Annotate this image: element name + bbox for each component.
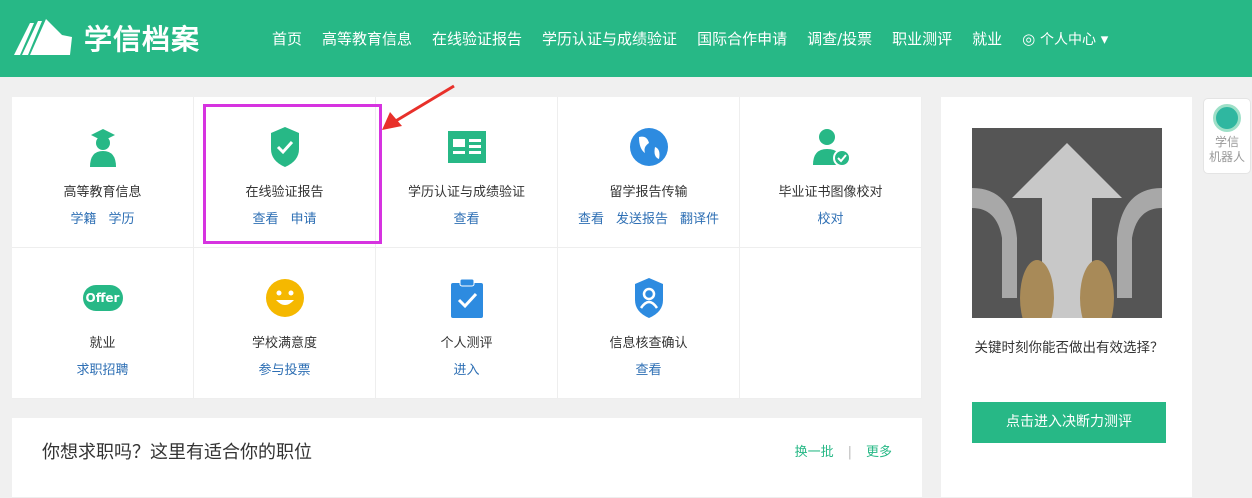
arrow-annotation [382, 84, 455, 130]
globe-icon [558, 127, 739, 167]
link-job-hunting[interactable]: 求职招聘 [76, 363, 128, 378]
service-personal-test: 个人测评 进入 [376, 248, 558, 399]
service-higher-edu: 高等教育信息 学籍 学历 [12, 97, 194, 248]
link-view[interactable]: 查看 [453, 212, 479, 227]
service-label: 高等教育信息 [63, 185, 142, 200]
link-view[interactable]: 查看 [578, 212, 604, 227]
clipboard-check-icon [376, 278, 557, 318]
separator: | [847, 445, 852, 460]
service-info-verify: 信息核查确认 查看 [558, 248, 740, 399]
service-label: 学历认证与成绩验证 [407, 185, 525, 200]
service-label: 就业 [89, 336, 116, 351]
service-label: 信息核查确认 [609, 336, 688, 351]
link-student-status[interactable]: 学籍 [70, 212, 96, 227]
offer-icon: Offer [12, 278, 193, 318]
smile-icon [194, 278, 375, 318]
link-view[interactable]: 查看 [635, 363, 661, 378]
logo[interactable]: 学信档案 [12, 18, 200, 58]
nav-online-report[interactable]: 在线验证报告 [432, 28, 522, 49]
shield-user-icon [558, 278, 739, 318]
link-enter[interactable]: 进入 [453, 363, 479, 378]
service-label: 学校满意度 [251, 336, 317, 351]
service-employment: Offer 就业 求职招聘 [12, 248, 194, 399]
nav-home[interactable]: 首页 [272, 28, 302, 49]
link-send-report[interactable]: 发送报告 [616, 212, 668, 227]
empty-cell [740, 248, 922, 399]
service-certificate-check: 毕业证书图像校对 校对 [740, 97, 922, 248]
offer-icon-text: Offer [82, 285, 123, 311]
robot-widget[interactable]: 学信 机器人 [1203, 98, 1251, 174]
promo-question: 关键时刻你能否做出有效选择？ [974, 340, 1164, 356]
user-center-label: 个人中心 [1040, 31, 1097, 48]
robot-avatar-icon [1213, 104, 1241, 132]
link-translation[interactable]: 翻译件 [680, 212, 719, 227]
service-study-abroad: 留学报告传输 查看 发送报告 翻译件 [558, 97, 740, 248]
service-grid: 高等教育信息 学籍 学历 在线验证报告 查看 申请 学历认证与成绩验证 查看 留学报… [12, 97, 922, 399]
nav-higher-edu[interactable]: 高等教育信息 [322, 28, 412, 49]
promo-image[interactable] [972, 128, 1162, 318]
main-nav: 首页 高等教育信息 在线验证报告 学历认证与成绩验证 国际合作申请 调查/投票 … [262, 0, 1118, 77]
link-proofread[interactable]: 校对 [817, 212, 843, 227]
header: 学信档案 首页 高等教育信息 在线验证报告 学历认证与成绩验证 国际合作申请 调… [0, 0, 1252, 77]
nav-employment[interactable]: 就业 [972, 28, 1002, 49]
service-satisfaction: 学校满意度 参与投票 [194, 248, 376, 399]
logo-icon [14, 19, 72, 55]
jobs-title: 你想求职吗？这里有适合你的职位 [42, 442, 312, 463]
logo-text: 学信档案 [84, 23, 201, 56]
link-degree[interactable]: 学历 [109, 212, 135, 227]
service-label: 毕业证书图像校对 [778, 185, 883, 200]
robot-label: 学信 [1214, 135, 1239, 149]
nav-international[interactable]: 国际合作申请 [697, 28, 787, 49]
robot-label: 机器人 [1208, 150, 1245, 164]
side-panel: 关键时刻你能否做出有效选择？ 点击进入决断力测评 [941, 97, 1192, 497]
nav-career-test[interactable]: 职业测评 [892, 28, 952, 49]
user-check-icon [740, 127, 921, 167]
graduate-icon [12, 127, 193, 167]
nav-certification[interactable]: 学历认证与成绩验证 [542, 28, 677, 49]
refresh-link[interactable]: 换一批 [795, 445, 834, 460]
user-center-menu[interactable]: ◎ 个人中心 ▾ [1022, 29, 1108, 49]
more-link[interactable]: 更多 [866, 445, 892, 460]
nav-survey[interactable]: 调查/投票 [807, 28, 872, 49]
decision-test-button[interactable]: 点击进入决断力测评 [972, 402, 1166, 443]
service-label: 留学报告传输 [609, 185, 688, 200]
jobs-panel: 你想求职吗？这里有适合你的职位 换一批 | 更多 [12, 418, 922, 498]
highlight-box [203, 104, 382, 244]
service-label: 个人测评 [440, 336, 493, 351]
link-vote[interactable]: 参与投票 [258, 363, 310, 378]
